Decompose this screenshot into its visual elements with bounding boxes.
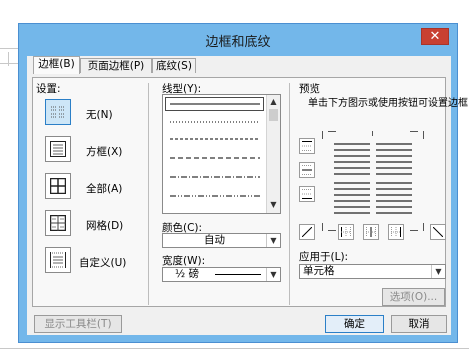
- color-select[interactable]: 自动 ▼: [162, 233, 281, 248]
- preview-corner-mark: [423, 131, 424, 139]
- background-rule: [0, 48, 20, 49]
- chevron-down-icon: ▼: [431, 265, 445, 278]
- border-left-icon: [341, 227, 351, 237]
- setting-all-label: 全部(A): [86, 183, 123, 195]
- border-box-icon: [50, 141, 66, 157]
- border-custom-icon: [50, 252, 66, 268]
- show-toolbar-label: 显示工具栏(T): [44, 318, 112, 330]
- apply-to-label: 应用于(L):: [299, 251, 349, 263]
- preview-corner-mark: [322, 131, 323, 139]
- border-diagonal-down-button[interactable]: [299, 224, 315, 240]
- border-all-icon: [50, 178, 66, 194]
- line-style-scrollbar[interactable]: ▲ ▼: [266, 95, 280, 213]
- dialog-body: 边框(B) 页面边框(P) 底纹(S) 设置: 无(N) 方框(X) 全部(A)…: [27, 56, 468, 335]
- scroll-thumb[interactable]: [269, 109, 278, 121]
- border-right-icon: [391, 227, 401, 237]
- tab-page-border[interactable]: 页面边框(P): [80, 58, 152, 73]
- background-rule: [0, 348, 469, 349]
- background-rule: [8, 52, 9, 66]
- preview-corner-mark: [322, 223, 323, 231]
- chevron-down-icon: ▼: [266, 234, 280, 247]
- tab-label: 边框(B): [38, 58, 75, 70]
- tab-label: 底纹(S): [156, 60, 192, 72]
- ok-label: 确定: [344, 318, 365, 330]
- border-top-button[interactable]: [299, 138, 315, 154]
- borders-dialog: 边框和底纹 ✕ 边框(B) 页面边框(P) 底纹(S) 设置: 无(N) 方框(…: [18, 23, 468, 343]
- setting-none-button[interactable]: [45, 99, 71, 125]
- border-inside-vertical-icon: [366, 227, 376, 237]
- setting-none-label: 无(N): [86, 109, 113, 121]
- cancel-label: 取消: [408, 318, 430, 330]
- title-bar: 边框和底纹 ✕: [19, 24, 457, 54]
- ok-button[interactable]: 确定: [325, 315, 384, 333]
- border-left-button[interactable]: [338, 224, 354, 240]
- line-style-list[interactable]: ▲ ▼: [162, 94, 281, 214]
- setting-custom-button[interactable]: [45, 247, 71, 273]
- border-diagonal-up-button[interactable]: [430, 224, 446, 240]
- cancel-button[interactable]: 取消: [391, 315, 447, 333]
- setting-grid-button[interactable]: [45, 210, 71, 236]
- border-top-icon: [302, 141, 312, 151]
- scroll-down-icon[interactable]: ▼: [267, 199, 280, 211]
- setting-grid-label: 网格(D): [86, 220, 124, 232]
- column-divider: [289, 83, 290, 305]
- setting-box-label: 方框(X): [86, 146, 123, 158]
- preview-corner-mark: [410, 131, 418, 132]
- preview-corner-mark: [372, 131, 373, 136]
- setting-box-button[interactable]: [45, 136, 71, 162]
- preview-corner-mark: [410, 230, 418, 231]
- border-inside-horizontal-icon: [302, 165, 312, 175]
- border-right-button[interactable]: [388, 224, 404, 240]
- options-button-label: 选项(O)...: [389, 291, 438, 303]
- apply-to-value: 单元格: [303, 265, 335, 277]
- setting-all-button[interactable]: [45, 173, 71, 199]
- dialog-title: 边框和底纹: [205, 35, 271, 50]
- preview-text-lines: [334, 143, 412, 214]
- width-sample-line: [215, 274, 261, 275]
- preview-corner-mark: [328, 131, 336, 132]
- show-toolbar-button[interactable]: 显示工具栏(T): [34, 315, 122, 333]
- chevron-down-icon: ▼: [266, 268, 280, 281]
- preview-corner-mark: [423, 223, 424, 231]
- setting-custom-label: 自定义(U): [79, 257, 127, 269]
- line-style-samples: [170, 103, 260, 197]
- background-rule: [0, 63, 20, 64]
- preview-canvas[interactable]: [322, 131, 424, 231]
- width-select[interactable]: ½ 磅 ▼: [162, 267, 281, 282]
- column-divider: [148, 83, 149, 305]
- apply-to-select[interactable]: 单元格 ▼: [299, 264, 446, 279]
- preview-instruction: 单击下方图示或使用按钮可设置边框: [308, 98, 468, 109]
- tab-label: 页面边框(P): [87, 60, 145, 72]
- color-value: 自动: [204, 234, 225, 246]
- settings-heading: 设置:: [36, 83, 61, 95]
- options-button[interactable]: 选项(O)...: [382, 288, 445, 306]
- tab-borders[interactable]: 边框(B): [33, 56, 80, 74]
- border-inside-vertical-button[interactable]: [363, 224, 379, 240]
- border-none-icon: [51, 106, 65, 118]
- tab-shading[interactable]: 底纹(S): [152, 58, 196, 73]
- scroll-up-icon[interactable]: ▲: [267, 96, 280, 108]
- border-bottom-icon: [302, 189, 312, 199]
- diagonal-down-icon: [302, 227, 312, 237]
- diagonal-up-icon: [433, 227, 443, 237]
- width-label: 宽度(W):: [162, 255, 206, 267]
- width-value: ½ 磅: [175, 268, 200, 280]
- border-bottom-button[interactable]: [299, 186, 315, 202]
- close-icon: ✕: [429, 29, 441, 44]
- preview-corner-mark: [328, 230, 336, 231]
- border-grid-icon: [50, 215, 66, 231]
- border-inside-horizontal-button[interactable]: [299, 162, 315, 178]
- close-button[interactable]: ✕: [421, 28, 449, 45]
